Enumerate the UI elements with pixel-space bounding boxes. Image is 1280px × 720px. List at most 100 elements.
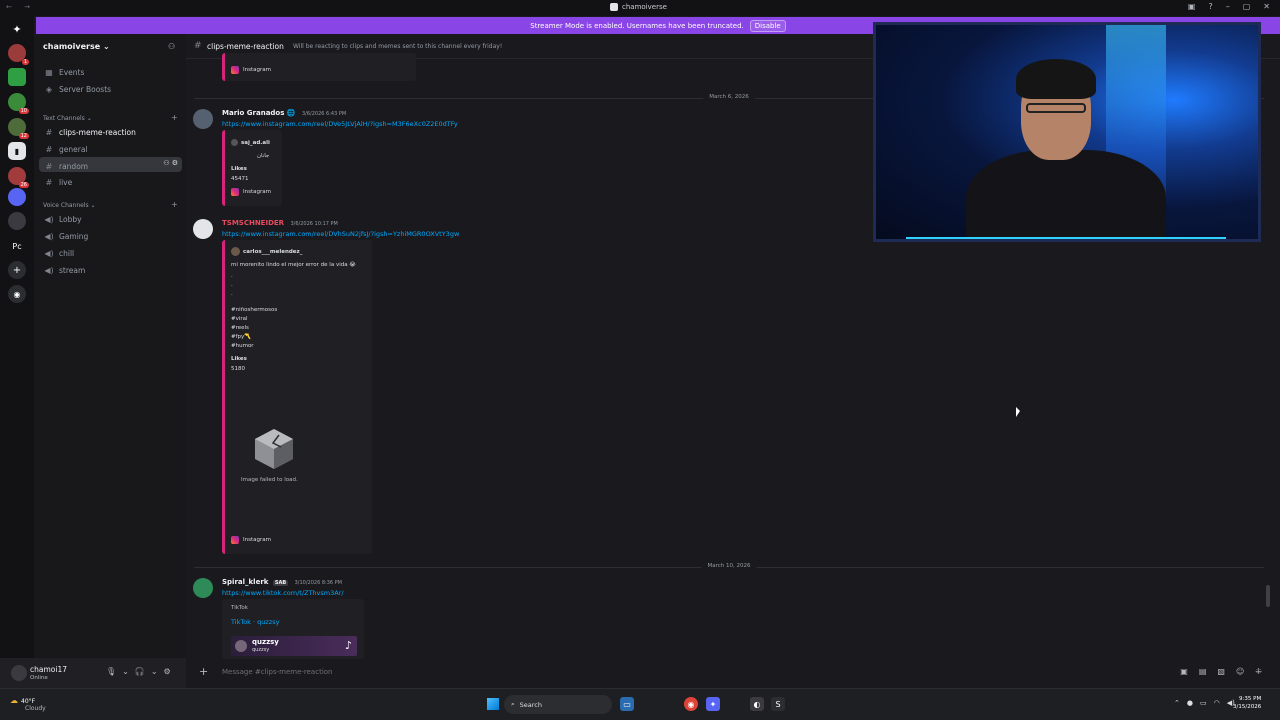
text-channels-category[interactable]: Text Channels ⌄ [43,115,92,122]
wifi-icon[interactable]: ◠ [1214,699,1220,707]
speaker-icon: ◀) [44,266,54,275]
message-author[interactable]: Mario Granados 🌐 3/6/2026 6:43 PM [222,109,346,117]
create-text-channel-icon[interactable]: + [171,113,178,122]
create-voice-channel-icon[interactable]: + [171,200,178,209]
user-status: Online [30,675,48,681]
guild-icon[interactable]: 12 [8,118,29,139]
sidebar-item-general[interactable]: # general [44,145,88,154]
close-button[interactable]: ✕ [1263,2,1270,11]
gift-icon[interactable]: ▣ [1180,667,1188,676]
guild-icon[interactable]: 10 [8,93,29,114]
chevron-up-icon[interactable]: ⌃ [1174,699,1180,707]
streamlabs-icon[interactable]: S [771,697,785,711]
hashtag: #viral [231,316,248,322]
embed-preview-image[interactable]: quzzsy quzzsy ♪ [231,636,357,656]
caption-dot: . [231,291,233,297]
discord-taskbar-icon[interactable]: ✦ [706,697,720,711]
sidebar-item-chill[interactable]: ◀) chill [44,249,74,258]
start-button[interactable] [487,698,499,710]
events-item[interactable]: ▦ Events [44,68,84,77]
sidebar-item-clips-meme-reaction[interactable]: # clips-meme-reaction [44,128,136,137]
preview-subtitle: quzzsy [252,647,270,653]
avatar[interactable] [11,665,27,681]
message-author[interactable]: TSMSCHNEIDER 3/6/2026 10:17 PM [222,219,338,227]
hash-icon: # [45,162,53,171]
embed-provider[interactable]: Instagram [231,66,271,74]
minimize-button[interactable]: – [1226,2,1230,11]
inbox-icon[interactable]: ▣ [1188,2,1196,11]
sidebar-item-lobby[interactable]: ◀) Lobby [44,215,81,224]
gear-icon[interactable]: ⚙ [164,667,171,676]
taskbar-search[interactable]: ⌕ Search [504,695,612,714]
embed-title[interactable]: TikTok · quzzsy [231,618,279,626]
tiktok-icon: ♪ [344,639,352,652]
sidebar-item-stream[interactable]: ◀) stream [44,266,85,275]
nav-arrows[interactable]: ← → [6,3,35,11]
embed-caption: mi morenito lindo el mejor error de la v… [231,262,356,268]
sidebar-item-gaming[interactable]: ◀) Gaming [44,232,88,241]
chevron-down-icon[interactable]: ⌄ [122,667,129,676]
invite-icon[interactable]: ⚇ [168,42,175,51]
guild-icon[interactable] [8,212,26,230]
voice-channels-category[interactable]: Voice Channels ⌄ [43,202,96,209]
apps-icon[interactable]: ⁜ [1255,667,1262,676]
message-author[interactable]: Spiral_klerk SAB 3/10/2026 8:36 PM [222,578,342,586]
obs-icon[interactable]: ◐ [750,697,764,711]
message-link[interactable]: https://www.tiktok.com/t/ZThvsm3Ar/ [222,589,344,597]
taskbar-clock[interactable]: 9:35 PM 3/15/2026 [1233,695,1261,711]
emoji-icon[interactable]: ☺ [1236,667,1244,676]
avatar[interactable] [193,109,213,129]
hashtag: #niñoshermosos [231,307,278,313]
headphones-icon[interactable]: 🎧 [135,667,145,676]
sidebar-item-live[interactable]: # live [44,178,73,187]
guild-icon[interactable] [8,68,26,86]
likes-count: 45471 [231,176,249,182]
embed-description: جانان [257,153,270,159]
mic-tray-icon[interactable]: ● [1187,699,1193,707]
embed: TikTok TikTok · quzzsy quzzsy quzzsy ♪ [222,599,364,659]
channel-settings-icon[interactable]: ⚇ ⚙ [163,159,178,167]
monitor-icon[interactable]: ▭ [1200,699,1207,707]
system-tray: ⌃ ● ▭ ◠ ◀) [1174,699,1235,707]
guild-tag: SAB [272,580,289,586]
discover-icon[interactable]: ◉ [8,285,26,303]
maximize-button[interactable]: ▢ [1243,2,1251,11]
add-attachment-icon[interactable]: + [199,665,208,678]
server-boosts-item[interactable]: ◈ Server Boosts [44,85,111,94]
chevron-down-icon[interactable]: ⌄ [151,667,158,676]
sidebar-item-random[interactable]: # random [44,162,88,171]
username[interactable]: chamoi17 [30,665,67,674]
weather-widget[interactable]: ☁ 40°F Cloudy [10,696,46,712]
sticker-icon[interactable]: ▧ [1217,667,1225,676]
embed-author[interactable]: saj_ad.ali [231,139,270,146]
gif-icon[interactable]: ▤ [1199,667,1207,676]
embed: Instagram [222,53,416,81]
hash-icon: # [45,145,53,154]
embed-author[interactable]: carlos___melendez_ [231,247,302,256]
message-input[interactable]: Message #clips-meme-reaction [222,668,332,676]
guild-icon[interactable]: 1 [8,44,29,65]
guild-icon[interactable] [8,188,26,206]
channel-topic[interactable]: Will be reacting to clips and memes sent… [293,43,502,50]
speaker-icon: ◀) [44,232,54,241]
add-server-icon[interactable]: + [8,261,26,279]
microphone-icon[interactable]: 🎙 [106,667,116,676]
boost-icon: ◈ [45,85,53,94]
message-link[interactable]: https://www.instagram.com/reel/DVe5JLVjA… [222,120,458,128]
avatar[interactable] [193,219,213,239]
chrome-icon[interactable]: ◉ [684,697,698,711]
server-name[interactable]: chamoiverse ⌄ [43,42,110,51]
message-link[interactable]: https://www.instagram.com/reel/DVhSuN2jf… [222,230,459,238]
speaker-icon: ◀) [44,249,54,258]
discord-home-icon[interactable]: ✦ [8,20,26,38]
guild-pc-icon[interactable]: Pc [8,237,26,255]
avatar[interactable] [193,578,213,598]
guild-icon[interactable]: 26 [8,167,29,188]
embed-provider[interactable]: Instagram [231,188,271,196]
scrollbar-thumb[interactable] [1266,585,1270,607]
embed-provider[interactable]: Instagram [231,536,271,544]
guild-icon[interactable]: ▮ [8,142,26,160]
disable-streamer-mode-button[interactable]: Disable [749,19,786,32]
file-explorer-icon[interactable]: ▭ [620,697,634,711]
help-icon[interactable]: ? [1208,2,1212,11]
